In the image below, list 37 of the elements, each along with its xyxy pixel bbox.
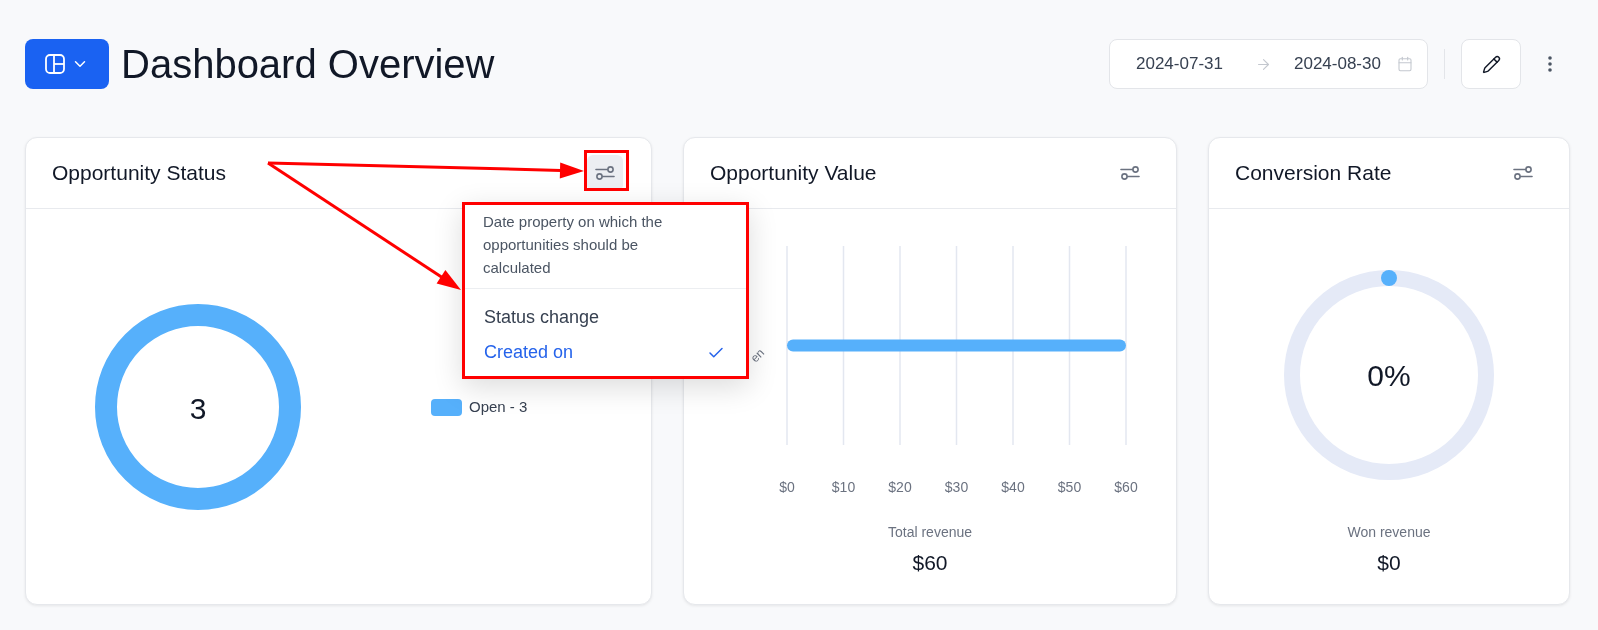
summary-label: Won revenue bbox=[1347, 523, 1431, 542]
axis-tick-label: $30 bbox=[944, 479, 969, 495]
more-vertical-icon bbox=[1548, 56, 1552, 72]
sliders-icon bbox=[595, 166, 615, 180]
date-range-field[interactable]: 2024-07-31 2024-08-30 bbox=[1109, 39, 1428, 89]
edit-button[interactable] bbox=[1461, 39, 1521, 89]
axis-tick-label: $50 bbox=[1057, 479, 1082, 495]
end-date: 2024-08-30 bbox=[1293, 53, 1381, 76]
progress-dot-icon bbox=[1381, 270, 1397, 286]
sliders-icon bbox=[1120, 166, 1140, 180]
start-date: 2024-07-31 bbox=[1136, 53, 1223, 76]
highlight-box bbox=[584, 150, 629, 191]
axis-tick-label: $10 bbox=[831, 479, 856, 495]
axis-tick-label: $20 bbox=[888, 479, 912, 495]
progress-value: 0% bbox=[1367, 358, 1411, 392]
donut-center-value: 3 bbox=[189, 391, 207, 425]
dropdown-description: Date property on which the opportunities should be calculated bbox=[483, 212, 664, 278]
dropdown-option[interactable]: Status change bbox=[465, 300, 746, 335]
calendar-icon bbox=[1397, 56, 1413, 72]
card-title: Conversion Rate bbox=[1235, 160, 1392, 187]
axis-tick-label: $0 bbox=[779, 479, 795, 495]
pencil-icon bbox=[1481, 54, 1501, 74]
page-title: Dashboard Overview bbox=[121, 41, 495, 88]
summary-label: Total revenue bbox=[887, 523, 973, 542]
legend-label: Open - 3 bbox=[469, 396, 528, 417]
card-title: Opportunity Value bbox=[710, 160, 877, 187]
card-title: Opportunity Status bbox=[52, 160, 226, 187]
category-label: en bbox=[747, 345, 768, 366]
layout-icon bbox=[45, 54, 65, 74]
summary-value: $0 bbox=[1377, 550, 1401, 576]
summary-value: $60 bbox=[912, 550, 948, 576]
chart-settings-button[interactable] bbox=[587, 155, 623, 191]
dropdown-option[interactable]: Created on bbox=[465, 335, 746, 370]
sliders-icon bbox=[1513, 166, 1533, 180]
axis-tick-label: $40 bbox=[1001, 479, 1025, 495]
axis-tick-label: $60 bbox=[1114, 479, 1138, 495]
layout-menu-button[interactable] bbox=[25, 39, 109, 89]
